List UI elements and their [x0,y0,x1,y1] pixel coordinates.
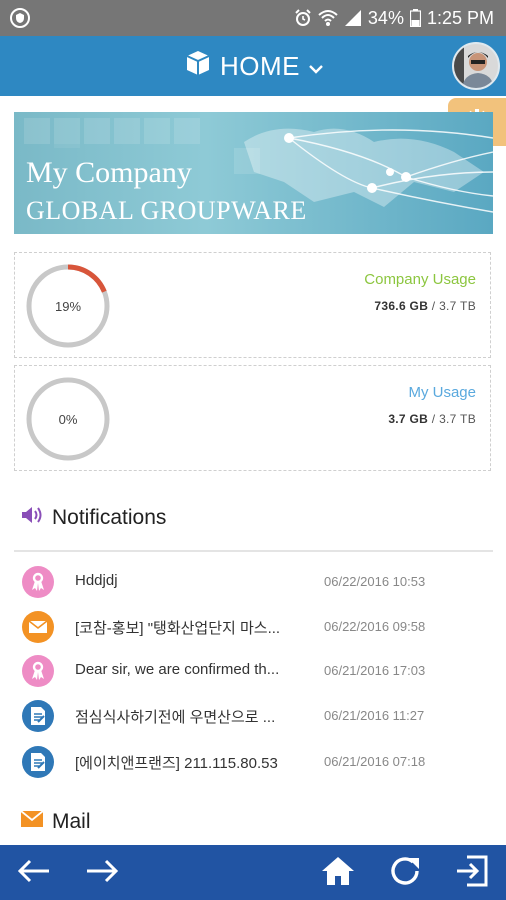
notification-title: Dear sir, we are confirmed th... [75,661,280,678]
company-usage-card: 19% Company Usage 736.6 GB / 3.7 TB [14,252,491,358]
avatar[interactable] [452,42,500,90]
shield-icon [10,8,30,28]
page-title: HOME [220,50,300,81]
my-usage-percent: 0% [58,411,78,427]
notification-item[interactable]: [에이치앤프랜즈] 211.115.80.53 06/21/2016 07:18 [0,740,506,784]
company-usage-title: Company Usage [364,271,476,288]
wifi-icon [318,9,338,27]
notification-item[interactable]: [코참-홍보] "탱화산업단지 마스... 06/22/2016 09:58 [0,605,506,649]
document-icon [22,700,54,732]
logout-button[interactable] [452,855,492,891]
refresh-button[interactable] [386,855,426,891]
document-icon [22,746,54,778]
ribbon-icon [22,655,54,687]
refresh-icon [389,855,423,892]
envelope-icon [22,611,54,643]
notifications-heading: Notifications [20,504,166,532]
ribbon-icon [22,566,54,598]
back-arrow-icon [17,858,51,889]
back-button[interactable] [14,855,54,891]
chevron-down-icon [308,51,324,82]
forward-arrow-icon [85,858,119,889]
notification-title: [코참-홍보] "탱화산업단지 마스... [75,620,281,637]
cube-icon [184,49,212,84]
battery-icon [409,9,421,27]
logout-icon [455,855,489,892]
my-usage-amount: 3.7 GB / 3.7 TB [388,412,476,426]
section-divider [14,550,493,552]
banner-company-name: My Company [26,156,192,189]
notification-date: 06/21/2016 07:18 [324,754,426,769]
company-usage-total: 3.7 TB [439,299,476,313]
company-usage-amount: 736.6 GB / 3.7 TB [374,299,476,313]
notification-date: 06/21/2016 17:03 [324,663,426,678]
notification-date: 06/21/2016 11:27 [324,708,425,723]
my-usage-separator: / [428,412,440,426]
bottom-nav [0,845,506,900]
mail-title: Mail [52,810,91,833]
battery-percent: 34% [367,7,404,28]
notification-title: Hddjdj [75,572,118,589]
forward-button[interactable] [82,855,122,891]
alarm-icon [294,9,312,27]
notifications-title: Notifications [52,506,167,529]
notification-item[interactable]: Dear sir, we are confirmed th... 06/21/2… [0,649,506,693]
notification-title: [에이치앤프랜즈] 211.115.80.53 [75,755,278,772]
banner-product-name: GLOBAL GROUPWARE [26,196,307,225]
notification-title: 점심식사하기전에 우면산으로 ... [75,709,276,726]
notification-date: 06/22/2016 10:53 [324,574,426,589]
home-menu-dropdown[interactable]: HOME [184,46,324,86]
company-usage-used: 736.6 GB [374,299,429,313]
home-button[interactable] [318,855,358,891]
app-header: HOME [0,36,506,96]
status-bar: 34% 1:25 PM [0,0,506,36]
notification-item[interactable]: Hddjdj 06/22/2016 10:53 [0,560,506,604]
envelope-icon [20,810,44,834]
home-icon [320,855,356,892]
company-banner: My Company GLOBAL GROUPWARE [14,112,493,234]
my-usage-title: My Usage [408,384,476,401]
my-usage-card: 0% My Usage 3.7 GB / 3.7 TB [14,365,491,471]
company-usage-separator: / [428,299,440,313]
clock-time: 1:25 PM [426,7,494,28]
company-usage-percent: 19% [54,298,82,314]
my-usage-total: 3.7 TB [439,412,476,426]
speaker-icon [20,504,44,532]
notification-item[interactable]: 점심식사하기전에 우면산으로 ... 06/21/2016 11:27 [0,694,506,738]
signal-icon [344,9,362,27]
my-usage-used: 3.7 GB [388,412,429,426]
notification-date: 06/22/2016 09:58 [324,619,426,634]
mail-heading: Mail [20,810,91,834]
